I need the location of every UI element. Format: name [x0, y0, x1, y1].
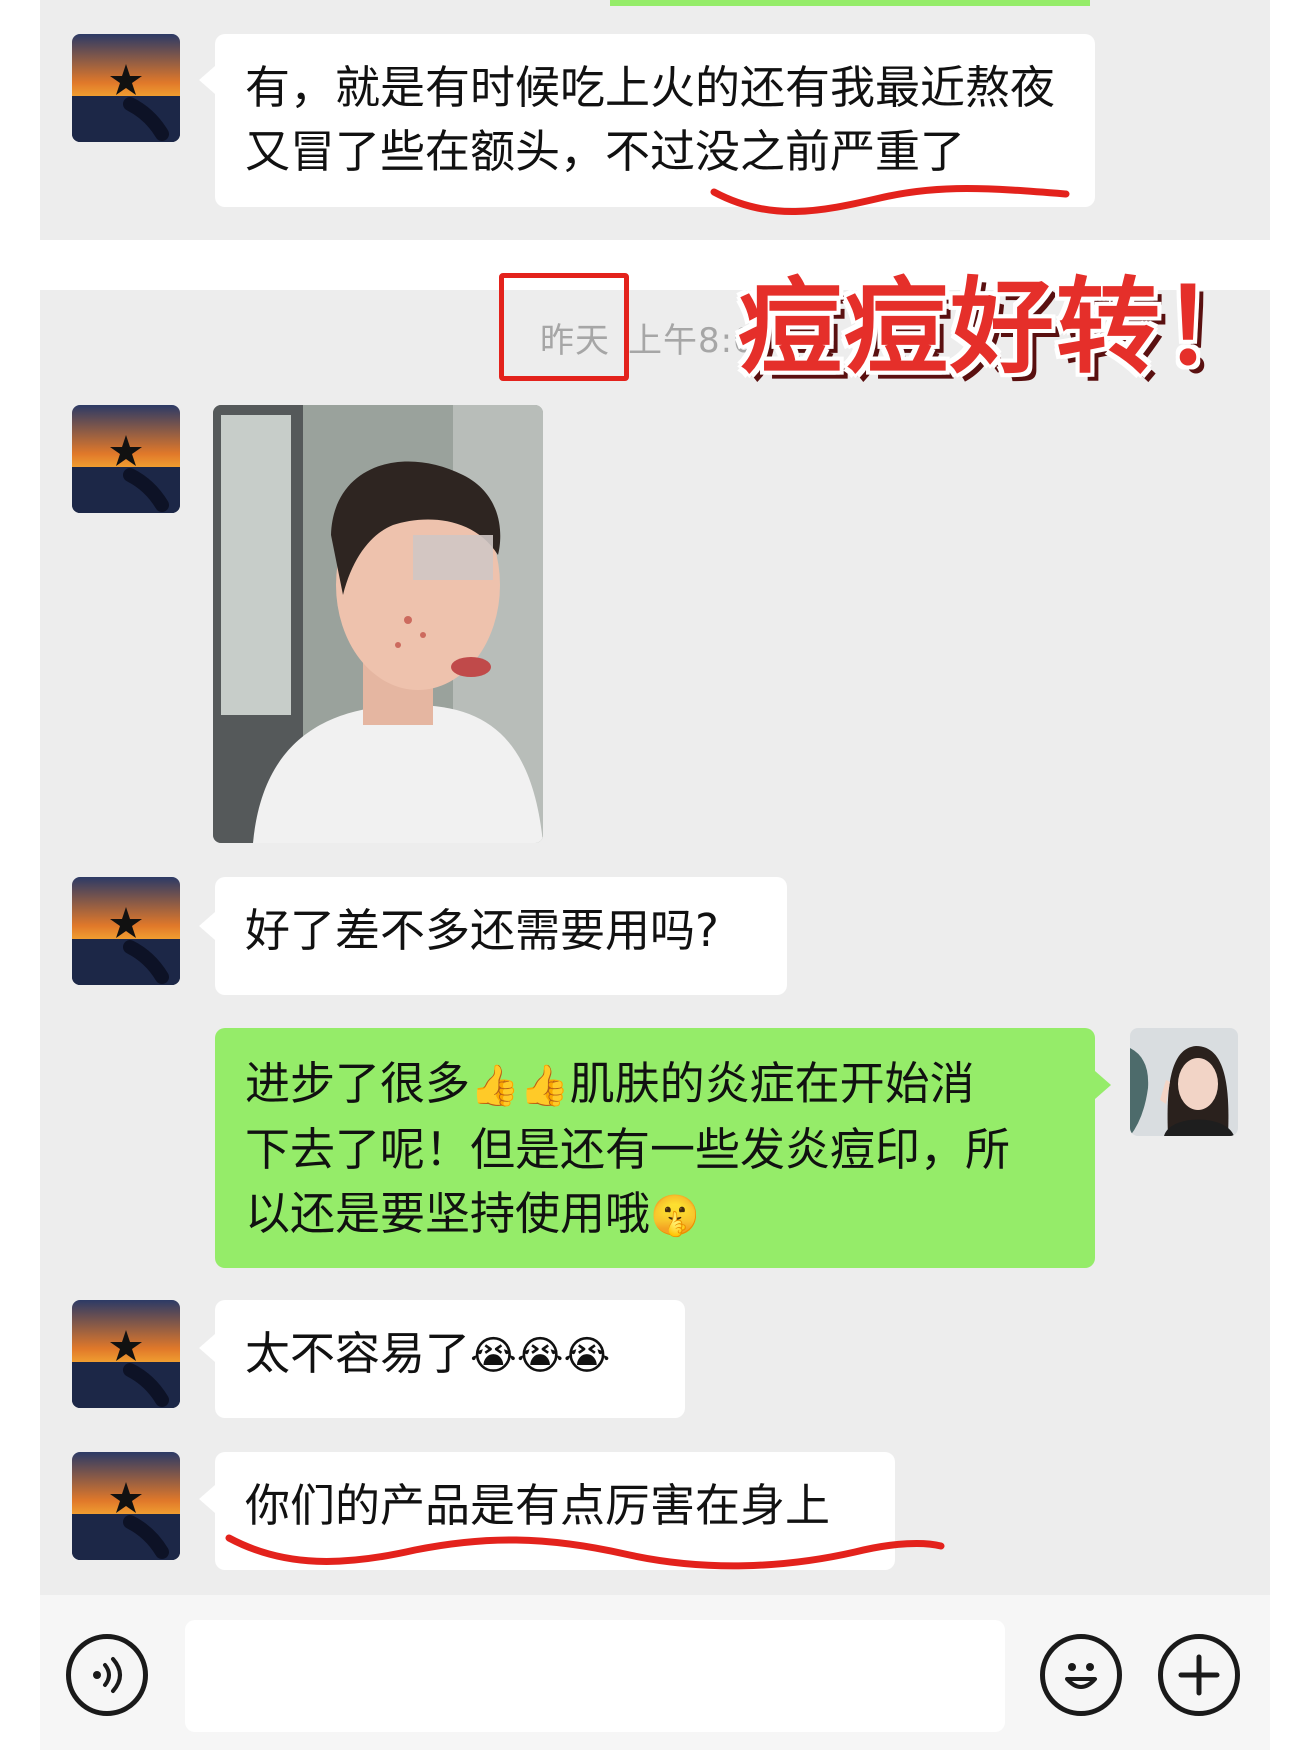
emoji-button[interactable]	[1040, 1634, 1122, 1716]
message-line: 以还是要坚持使用哦🤫	[245, 1187, 700, 1240]
plus-icon	[1178, 1654, 1220, 1696]
customer-avatar[interactable]	[72, 1452, 180, 1560]
message-text: 太不容易了	[245, 1327, 471, 1380]
customer-avatar[interactable]	[72, 405, 180, 513]
message-text: 你们的产品是有点厉害在身上	[245, 1479, 831, 1532]
emoji-icon	[1065, 1663, 1097, 1689]
customer-avatar[interactable]	[72, 877, 180, 985]
bubble-tail	[1095, 1071, 1111, 1099]
customer-avatar[interactable]	[72, 1300, 180, 1408]
agent-avatar[interactable]	[1130, 1028, 1238, 1136]
shushing-face-icon: 🤫	[650, 1193, 700, 1239]
previous-outgoing-bubble-edge	[610, 0, 1090, 6]
customer-avatar[interactable]	[72, 34, 180, 142]
message-text: 有，就是有时候吃上火的还有我最近熬夜又冒了些在额头，不过没之前严重了	[245, 61, 1056, 178]
selfie-photo-icon	[213, 405, 543, 843]
thumbs-up-icon: 👍👍	[470, 1063, 570, 1109]
woman-avatar-icon	[1130, 1028, 1238, 1136]
timestamp-highlight-box	[499, 273, 629, 381]
bubble-tail	[199, 912, 215, 940]
message-text: 好了差不多还需要用吗?	[245, 904, 719, 957]
agent-message-bubble[interactable]: 进步了很多👍👍肌肤的炎症在开始消 下去了呢！但是还有一些发炎痘印，所 以还是要坚…	[215, 1028, 1095, 1268]
voice-icon	[93, 1657, 122, 1693]
selfie-photo[interactable]	[213, 405, 543, 843]
plus-button[interactable]	[1158, 1634, 1240, 1716]
crying-face-icon: 😭😭😭	[470, 1333, 611, 1379]
red-underline-squiggle	[710, 185, 1070, 215]
timestamp-time: 上午8:0	[628, 321, 756, 361]
message-input[interactable]	[185, 1620, 1005, 1732]
message-line: 下去了呢！但是还有一些发炎痘印，所	[245, 1123, 1011, 1176]
sunset-avatar-icon	[72, 405, 180, 513]
voice-button[interactable]	[66, 1634, 148, 1716]
red-underline-squiggle	[225, 1534, 945, 1570]
bubble-tail	[199, 1334, 215, 1362]
sunset-avatar-icon	[72, 1452, 180, 1560]
sunset-avatar-icon	[72, 34, 180, 142]
message-bubble[interactable]: 好了差不多还需要用吗?	[215, 877, 787, 995]
headline-overlay: 痘痘好转！	[738, 266, 1269, 388]
sunset-avatar-icon	[72, 877, 180, 985]
message-line: 进步了很多👍👍肌肤的炎症在开始消	[245, 1057, 975, 1110]
bubble-tail	[199, 1485, 215, 1513]
sunset-avatar-icon	[72, 1300, 180, 1408]
bubble-tail	[199, 66, 215, 94]
message-bubble[interactable]: 太不容易了😭😭😭	[215, 1300, 685, 1418]
